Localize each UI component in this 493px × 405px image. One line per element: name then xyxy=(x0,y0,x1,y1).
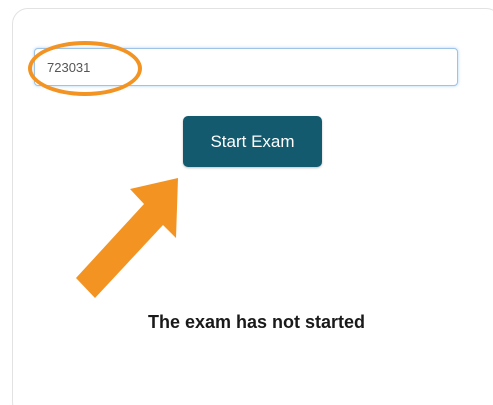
exam-status-message: The exam has not started xyxy=(147,312,366,332)
start-exam-button[interactable]: Start Exam xyxy=(183,116,322,167)
page: Start Exam The exam has not started xyxy=(0,0,493,405)
exam-code-input[interactable] xyxy=(34,48,458,86)
